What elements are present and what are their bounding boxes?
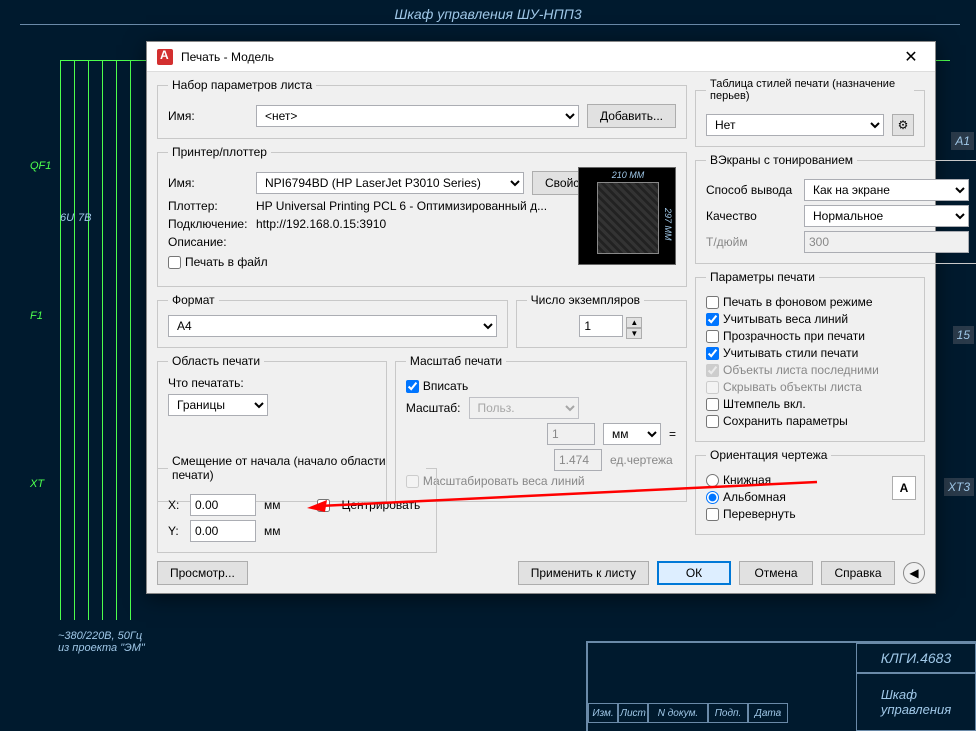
paper-format-select[interactable]: A4 xyxy=(168,315,497,337)
ps-check[interactable] xyxy=(706,347,719,360)
paper-preview: 210 MM 297 MM xyxy=(578,167,676,265)
page-setup-group: Набор параметров листа Имя: <нет> Добави… xyxy=(157,78,687,139)
tr-check[interactable] xyxy=(706,330,719,343)
page-setup-select[interactable]: <нет> xyxy=(256,105,579,127)
drawing-title: Шкаф управления ШУ-НПП3 xyxy=(394,6,581,22)
titlebar[interactable]: Печать - Модель ✕ xyxy=(147,42,935,72)
dialog-title: Печать - Модель xyxy=(181,50,889,64)
plotstyle-group: Таблица стилей печати (назначение перьев… xyxy=(695,78,925,147)
app-icon xyxy=(157,49,173,65)
center-check[interactable] xyxy=(317,499,330,512)
portrait-radio[interactable] xyxy=(706,474,719,487)
plot-scale-group: Масштаб печати Вписать Масштаб:Польз. мм… xyxy=(395,354,687,502)
dpi-input xyxy=(804,231,969,253)
apply-button[interactable]: Применить к листу xyxy=(518,561,649,585)
fit-check[interactable] xyxy=(406,380,419,393)
shade-mode-select[interactable]: Как на экране xyxy=(804,179,969,201)
paper-format-group: Формат A4 xyxy=(157,293,508,348)
preview-button[interactable]: Просмотр... xyxy=(157,561,248,585)
shade-group: ВЭкраны с тонированием Способ выводаКак … xyxy=(695,153,976,264)
plot-what-select[interactable]: Границы xyxy=(168,394,268,416)
unit-select[interactable]: мм xyxy=(603,423,661,445)
orientation-group: Ориентация чертежа Книжная Альбомная Пер… xyxy=(695,448,925,535)
save-check[interactable] xyxy=(706,415,719,428)
copies-group: Число экземпляров ▲▼ xyxy=(516,293,687,348)
plot-to-file-check[interactable] xyxy=(168,256,181,269)
add-pageset-button[interactable]: Добавить... xyxy=(587,104,676,128)
scale-a-input xyxy=(547,423,595,445)
help-button[interactable]: Справка xyxy=(821,561,895,585)
printer-group: Принтер/плоттер Имя: NPI6794BD (HP Laser… xyxy=(157,145,687,287)
scale-b-input xyxy=(554,449,602,471)
offset-group: Смещение от начала (начало области печат… xyxy=(157,454,437,553)
expand-button[interactable]: ◀ xyxy=(903,562,925,584)
plotstyle-select[interactable]: Нет xyxy=(706,114,884,136)
lw-check[interactable] xyxy=(706,313,719,326)
shade-quality-select[interactable]: Нормальное xyxy=(804,205,969,227)
hide-check xyxy=(706,381,719,394)
scale-select: Польз. xyxy=(469,397,579,419)
plot-options-group: Параметры печати Печать в фоновом режиме… xyxy=(695,270,925,442)
cancel-button[interactable]: Отмена xyxy=(739,561,813,585)
offset-y-input[interactable] xyxy=(190,520,256,542)
last-check xyxy=(706,364,719,377)
close-icon[interactable]: ✕ xyxy=(889,43,933,71)
cad-titleblock: КЛГИ.4683 Шкаф управления Изм. Лист N до… xyxy=(586,641,976,731)
stamp-check[interactable] xyxy=(706,398,719,411)
plotstyle-edit-button[interactable]: ⚙ xyxy=(892,114,914,136)
orientation-icon: A xyxy=(892,476,916,500)
bg-check[interactable] xyxy=(706,296,719,309)
copies-down[interactable]: ▼ xyxy=(626,328,642,339)
plot-dialog: Печать - Модель ✕ Набор параметров листа… xyxy=(146,41,936,594)
landscape-radio[interactable] xyxy=(706,491,719,504)
copies-up[interactable]: ▲ xyxy=(626,317,642,328)
offset-x-input[interactable] xyxy=(190,494,256,516)
printer-select[interactable]: NPI6794BD (HP LaserJet P3010 Series) xyxy=(256,172,524,194)
copies-input[interactable] xyxy=(579,315,623,337)
flip-check[interactable] xyxy=(706,508,719,521)
ok-button[interactable]: ОК xyxy=(657,561,731,585)
